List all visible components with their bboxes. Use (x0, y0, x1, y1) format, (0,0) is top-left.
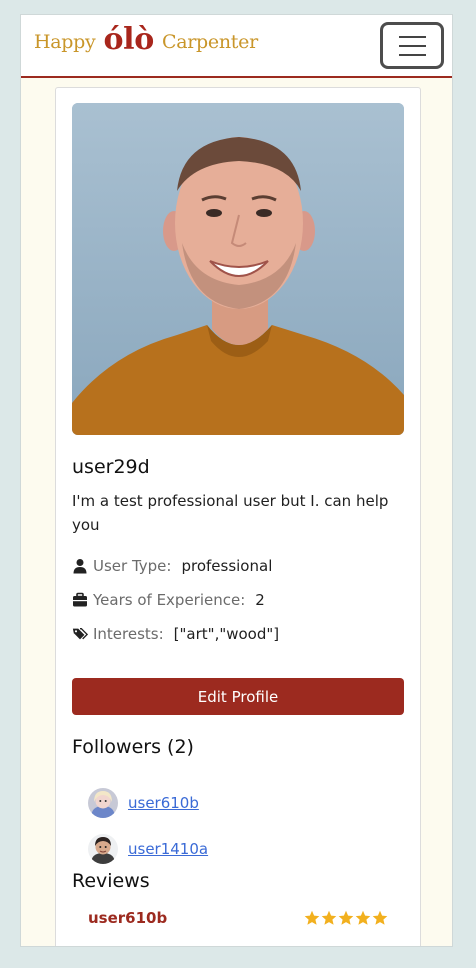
hamburger-icon (398, 35, 426, 38)
edit-profile-button[interactable]: Edit Profile (72, 678, 404, 715)
follower-link[interactable]: user610b (128, 794, 199, 812)
star-icon (338, 910, 354, 925)
briefcase-icon (73, 592, 87, 607)
profile-photo (72, 103, 404, 435)
profile-bio: I'm a test professional user but I. can … (72, 492, 389, 534)
brand-logo[interactable]: Happy ólò Carpenter (34, 22, 258, 57)
info-label: User Type: (93, 557, 172, 575)
star-rating (304, 910, 388, 926)
star-icon (355, 910, 371, 925)
follower-item: user610b (88, 788, 199, 818)
follower-link[interactable]: user1410a (128, 840, 208, 858)
star-icon (304, 910, 320, 925)
tags-icon (72, 628, 88, 640)
review-user[interactable]: user610b (88, 909, 167, 927)
profile-username: user29d (72, 456, 150, 478)
navbar: Happy ólò Carpenter (21, 15, 452, 78)
info-value: 2 (255, 591, 265, 609)
follower-item: user1410a (88, 834, 208, 864)
app-frame: Happy ólò Carpenter user29d I'm a test p… (20, 14, 453, 947)
info-user-type: User Type: professional (72, 557, 272, 575)
brand-mark: ólò (103, 22, 154, 57)
profile-card: user29d I'm a test professional user but… (55, 87, 421, 946)
review-item: user610b (88, 909, 388, 927)
reviews-heading: Reviews (72, 870, 150, 892)
avatar (88, 834, 118, 864)
star-icon (372, 910, 388, 925)
info-experience: Years of Experience: 2 (72, 591, 265, 609)
avatar (88, 788, 118, 818)
brand-left-text: Happy (34, 31, 96, 53)
user-icon (73, 559, 87, 574)
info-interests: Interests: ["art","wood"] (72, 625, 279, 643)
profile-photo-image (72, 103, 404, 435)
info-value: professional (181, 557, 273, 575)
info-value: ["art","wood"] (173, 625, 280, 643)
brand-right-text: Carpenter (162, 31, 258, 53)
star-icon (321, 910, 337, 925)
followers-heading: Followers (2) (72, 736, 194, 758)
info-label: Years of Experience: (93, 591, 246, 609)
menu-toggle-button[interactable] (380, 22, 444, 69)
info-label: Interests: (93, 625, 164, 643)
